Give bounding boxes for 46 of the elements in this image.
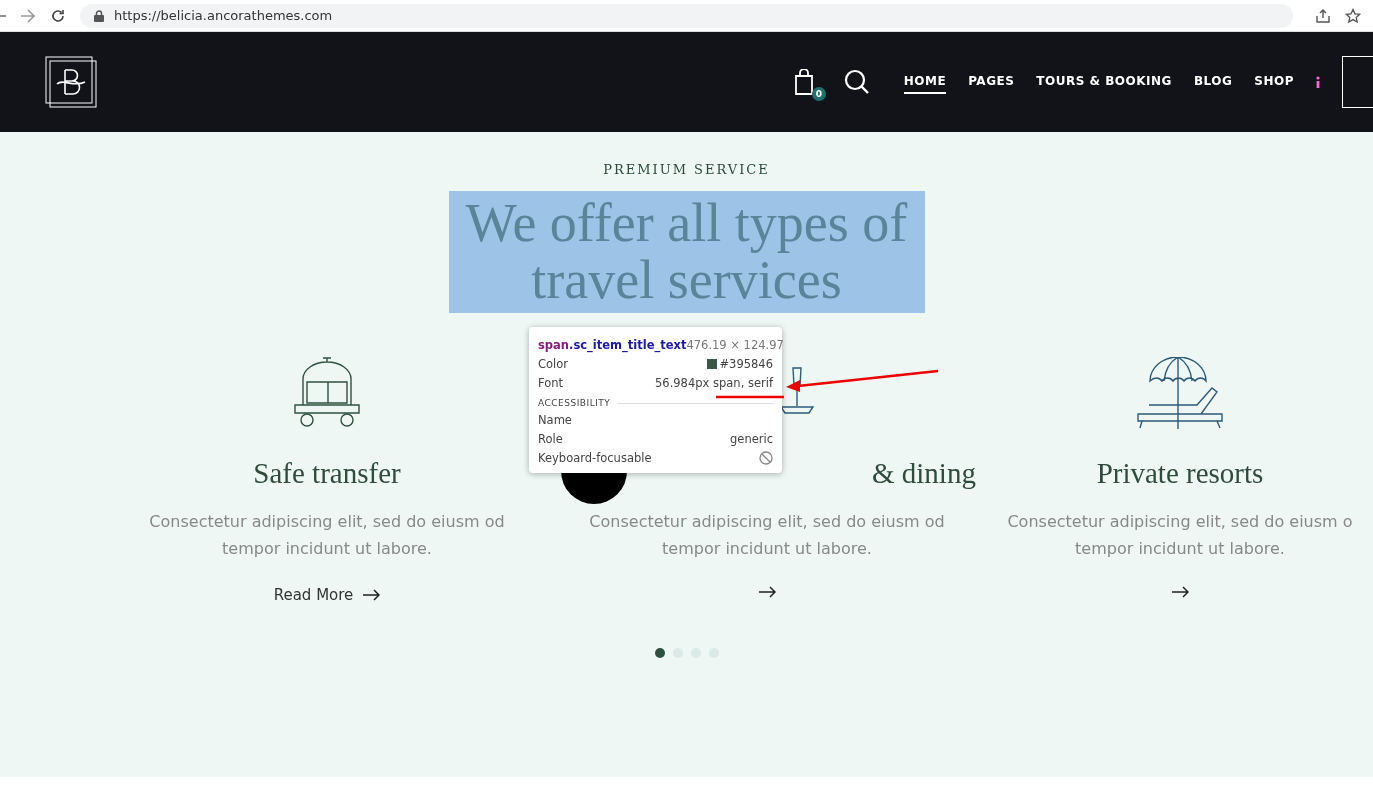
property-label: Role: [538, 431, 563, 446]
property-value: 56.984px span, serif: [655, 375, 773, 390]
element-size: 476.19 × 124.97: [686, 337, 784, 352]
reload-icon[interactable]: [50, 7, 66, 24]
arrow-right-icon: [758, 586, 776, 598]
forward-icon[interactable]: [20, 8, 36, 23]
slider-dot[interactable]: [654, 648, 665, 658]
read-more-link[interactable]: [1171, 586, 1189, 598]
read-more-link[interactable]: [758, 586, 776, 598]
cart-count: 0: [811, 87, 826, 101]
more-icon[interactable]: [1316, 76, 1320, 88]
nav-link[interactable]: HOME: [903, 70, 947, 94]
section-subtitle: PREMIUM SERVICE: [603, 162, 770, 177]
nav-link[interactable]: TOURS & BOOKING: [1036, 70, 1172, 94]
address-bar[interactable]: https://belicia.ancorathemes.com: [80, 3, 1293, 28]
property-label: Color: [538, 356, 569, 371]
property-value: #395846: [719, 356, 773, 371]
card-title: & dining: [872, 457, 976, 490]
shopping-bag-icon[interactable]: [793, 69, 814, 95]
section-title: We offer all types of travel services: [448, 191, 925, 313]
section-heading: ACCESSIBILITY: [538, 398, 611, 408]
nav-link[interactable]: PAGES: [968, 70, 1015, 94]
property-label: Name: [538, 412, 572, 427]
property-label: Font: [538, 375, 564, 390]
nav-link[interactable]: BLOG: [1193, 70, 1233, 94]
arrow-right-icon: [363, 589, 381, 601]
nav-link[interactable]: SHOP: [1254, 70, 1294, 94]
header-button[interactable]: [1342, 56, 1373, 108]
lock-icon: [94, 9, 104, 22]
luggage-cart-icon: [293, 357, 361, 429]
card-text: Consectetur adipiscing elit, sed do eiusm od tempor incidunt ut labore.: [588, 511, 946, 560]
property-label: Keyboard-focusable: [538, 450, 652, 465]
search-icon[interactable]: [843, 69, 870, 95]
card-text: Consectetur adipiscing elit, sed do eiusm od tempor incidunt ut labore.: [148, 511, 506, 560]
share-icon[interactable]: [1315, 7, 1331, 24]
card-title: Safe transfer: [253, 457, 401, 490]
read-more-link[interactable]: Read More: [273, 586, 381, 604]
card-title: Private resorts: [1096, 457, 1264, 490]
property-value: generic: [730, 431, 773, 446]
card-text: Consectetur adipiscing elit, sed do eiusm o tempor incidunt ut labore.: [1006, 511, 1354, 560]
arrow-right-icon: [1171, 586, 1189, 598]
beach-umbrella-icon: [1137, 357, 1223, 429]
star-icon[interactable]: [1345, 7, 1361, 24]
logo-icon[interactable]: [45, 56, 97, 108]
not-allowed-icon: [759, 450, 773, 465]
selector-text: span.sc_item_title_text: [538, 337, 687, 352]
